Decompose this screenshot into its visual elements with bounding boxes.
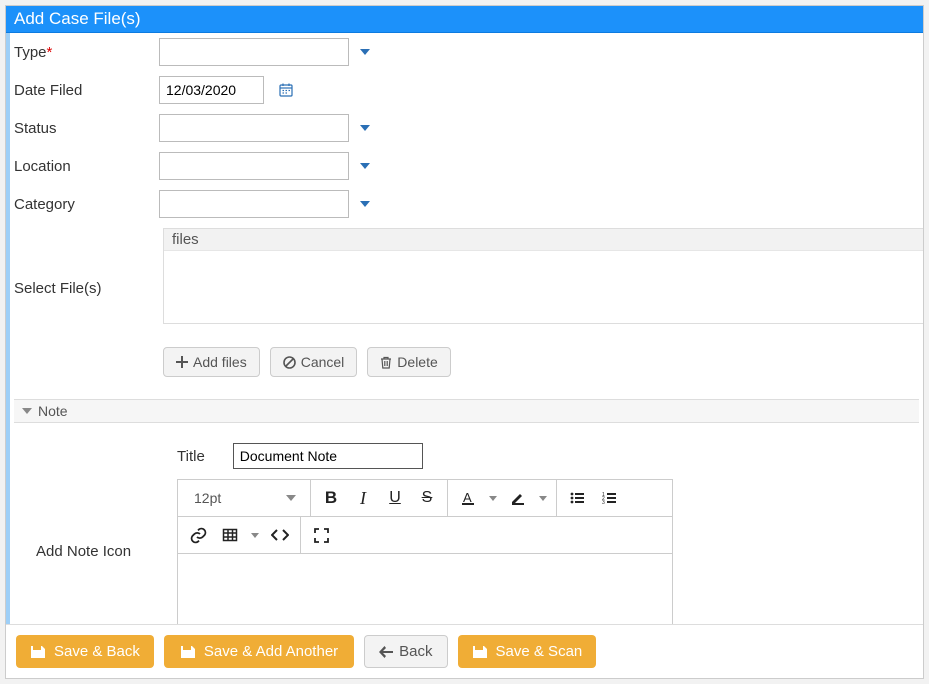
italic-button[interactable]: I [349, 484, 377, 512]
row-date-filed: Date Filed [14, 76, 919, 104]
type-dropdown-toggle[interactable] [355, 42, 375, 62]
text-color-button[interactable]: A [454, 484, 482, 512]
link-button[interactable] [184, 521, 212, 549]
strikethrough-button[interactable]: S [413, 484, 441, 512]
numbered-list-button[interactable]: 123 [595, 484, 623, 512]
file-action-bar: Add files Cancel Delete [163, 347, 919, 377]
svg-text:A: A [463, 490, 472, 505]
chevron-down-icon [286, 495, 296, 501]
back-button[interactable]: Back [364, 635, 447, 668]
calendar-icon[interactable] [278, 82, 294, 98]
chevron-down-icon [22, 408, 32, 414]
editor-toolbar-row1: 12pt B I U S [178, 480, 672, 517]
highlight-button[interactable] [504, 484, 532, 512]
color-group: A [448, 480, 557, 516]
files-header: files [164, 229, 924, 251]
label-date-filed: Date Filed [14, 82, 159, 99]
save-icon [180, 645, 196, 659]
footer-action-bar: Save & Back Save & Add Another Back Save… [6, 624, 923, 678]
delete-files-button[interactable]: Delete [367, 347, 450, 377]
location-dropdown-toggle[interactable] [355, 156, 375, 176]
highlight-more[interactable] [536, 484, 550, 512]
insert-group [178, 517, 301, 553]
label-type: Type* [14, 44, 159, 61]
bullet-list-button[interactable] [563, 484, 591, 512]
row-location: Location [14, 152, 919, 180]
window-title: Add Case File(s) [14, 9, 141, 28]
list-group: 123 [557, 480, 629, 516]
form-area: Type* Date Filed [6, 33, 923, 679]
note-title-label: Title [177, 448, 205, 465]
code-button[interactable] [266, 521, 294, 549]
window-title-bar: Add Case File(s) [6, 6, 923, 33]
save-add-another-button[interactable]: Save & Add Another [164, 635, 354, 668]
required-mark: * [47, 44, 53, 61]
save-icon [30, 645, 46, 659]
location-input[interactable] [159, 152, 349, 180]
arrow-left-icon [379, 646, 393, 658]
save-scan-button[interactable]: Save & Scan [458, 635, 597, 668]
cancel-files-button[interactable]: Cancel [270, 347, 358, 377]
label-status: Status [14, 120, 159, 137]
font-size-select[interactable]: 12pt [184, 484, 304, 512]
row-status: Status [14, 114, 919, 142]
view-group [301, 517, 341, 553]
svg-text:3: 3 [602, 500, 605, 506]
files-panel: files [163, 228, 924, 324]
label-select-files: Select File(s) [14, 280, 159, 297]
text-color-more[interactable] [486, 484, 500, 512]
category-dropdown-toggle[interactable] [355, 194, 375, 214]
underline-button[interactable]: U [381, 484, 409, 512]
date-filed-input[interactable] [159, 76, 264, 104]
trash-icon [380, 356, 392, 369]
save-back-button[interactable]: Save & Back [16, 635, 154, 668]
bold-button[interactable]: B [317, 484, 345, 512]
table-button[interactable] [216, 521, 244, 549]
save-icon [472, 645, 488, 659]
text-style-group: B I U S [311, 480, 448, 516]
font-size-group: 12pt [178, 480, 311, 516]
status-dropdown-toggle[interactable] [355, 118, 375, 138]
add-files-button[interactable]: Add files [163, 347, 260, 377]
label-category: Category [14, 196, 159, 213]
editor-toolbar-row2 [178, 517, 672, 554]
type-input[interactable] [159, 38, 349, 66]
cancel-icon [283, 356, 296, 369]
table-more[interactable] [248, 521, 262, 549]
fullscreen-button[interactable] [307, 521, 335, 549]
label-location: Location [14, 158, 159, 175]
note-section-toggle[interactable]: Note [14, 399, 919, 423]
plus-icon [176, 356, 188, 368]
note-section-title: Note [38, 403, 68, 419]
status-input[interactable] [159, 114, 349, 142]
row-type: Type* [14, 38, 919, 66]
category-input[interactable] [159, 190, 349, 218]
note-title-input[interactable] [233, 443, 423, 469]
note-title-row: Title [177, 443, 911, 469]
dialog-panel: Add Case File(s) Type* Date Filed [5, 5, 924, 679]
row-category: Category [14, 190, 919, 218]
